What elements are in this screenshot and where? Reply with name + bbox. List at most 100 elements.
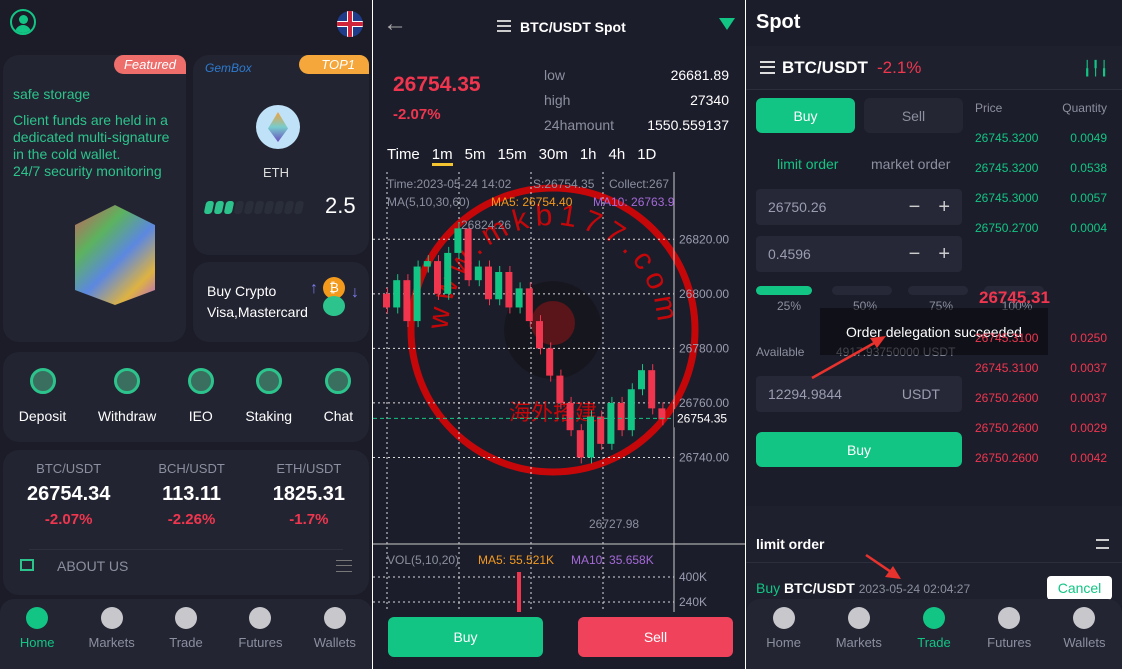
amount-input[interactable]: 12294.9844 USDT (756, 376, 962, 412)
limit-order-tab[interactable]: limit order (777, 156, 838, 172)
nav-trade[interactable]: Trade (149, 599, 223, 669)
order-side: Buy (756, 580, 781, 596)
orderbook-row[interactable]: 26745.3200 0.0538 (975, 161, 1107, 175)
orderbook-row[interactable]: 26745.3200 0.0049 (975, 131, 1107, 145)
percent-25[interactable]: 25% (756, 286, 822, 313)
candle (413, 266, 421, 322)
nav-markets[interactable]: Markets (74, 599, 148, 669)
timeframe-15m[interactable]: 15m (497, 146, 526, 163)
plus-icon[interactable]: + (938, 243, 950, 266)
price-axis-label: 26800.00 (679, 287, 729, 301)
safe-storage-card[interactable]: Featured safe storage Client funds are h… (3, 55, 186, 342)
candle (617, 402, 625, 431)
language-flag-icon[interactable] (337, 11, 363, 37)
price-input[interactable]: 26750.26 − + (756, 189, 962, 225)
plus-icon[interactable]: + (938, 196, 950, 219)
ticker-change: -1.7% (289, 511, 329, 528)
action-label: Staking (245, 408, 293, 424)
timeframe-5m[interactable]: 5m (465, 146, 486, 163)
menu-icon[interactable] (336, 560, 352, 572)
orders-menu-icon[interactable] (1096, 539, 1109, 549)
quantity-input[interactable]: 0.4596 − + (756, 236, 962, 272)
nav-wallets[interactable]: Wallets (298, 599, 372, 669)
candle (423, 261, 431, 267)
buy-button[interactable]: Buy (388, 617, 543, 657)
price-axis-label: 26760.00 (679, 396, 729, 410)
arrow-down-icon: ↓ (351, 284, 359, 301)
kline-icon[interactable]: ╽╿╽ (1083, 60, 1108, 77)
nav-trade[interactable]: Trade (896, 599, 971, 669)
action-deposit[interactable]: Deposit (19, 368, 66, 442)
ticker-item[interactable]: BCH/USDT 113.11 -2.26% (158, 461, 224, 528)
ob-price: 26745.3200 (975, 131, 1039, 145)
pair-menu-icon[interactable] (760, 61, 775, 74)
action-ieo[interactable]: IEO (187, 368, 214, 442)
timeframe-4h[interactable]: 4h (609, 146, 626, 163)
candle (444, 252, 452, 294)
eth-icon (256, 105, 300, 149)
orderbook-row[interactable]: 26750.2700 0.0004 (975, 221, 1107, 235)
tickers-card: BTC/USDT 26754.34 -2.07% BCH/USDT 113.11 -2.2… (3, 450, 369, 595)
orderbook-row[interactable]: 26750.2600 0.0042 (975, 451, 1107, 465)
ob-price: 26745.3200 (975, 161, 1039, 175)
stat-row: low 26681.89 (544, 67, 729, 92)
ticker-item[interactable]: BTC/USDT 26754.34 -2.07% (27, 461, 110, 528)
score-segment (233, 201, 245, 214)
storage-line: 24/7 security monitoring (13, 163, 162, 179)
orderbook-row[interactable]: 26745.3100 0.0250 (975, 331, 1107, 345)
sell-button[interactable]: Sell (578, 617, 733, 657)
action-label: Chat (323, 408, 354, 424)
back-arrow-icon[interactable]: ← (383, 10, 407, 38)
action-withdraw[interactable]: Withdraw (98, 368, 156, 442)
timeframe-30m[interactable]: 30m (539, 146, 568, 163)
top1-badge: TOP1 (299, 55, 369, 74)
candle (648, 370, 656, 409)
minus-icon[interactable]: − (909, 196, 921, 219)
candle (566, 402, 574, 431)
nav-home[interactable]: Home (746, 599, 821, 669)
arrow-up-icon: ↑ (310, 280, 318, 297)
score-value: 2.5 (325, 193, 356, 218)
orbit-icon (187, 368, 214, 394)
minus-icon[interactable]: − (909, 243, 921, 266)
pair-name[interactable]: BTC/USDT (782, 58, 868, 78)
candlestick-chart[interactable]: 26820.00 26800.00 26780.00 26760.00 26740.00… (373, 172, 745, 612)
about-us-link[interactable]: ABOUT US (57, 558, 128, 574)
cancel-order-button[interactable]: Cancel (1047, 576, 1112, 600)
profile-icon[interactable] (10, 9, 36, 35)
timeframe-1d[interactable]: 1D (637, 146, 656, 163)
bar-chart-icon (847, 607, 870, 629)
timeframe-1m[interactable]: 1m (431, 146, 453, 166)
ticker-item[interactable]: ETH/USDT 1825.31 -1.7% (273, 461, 345, 528)
orderbook-row[interactable]: 26750.2600 0.0037 (975, 391, 1107, 405)
sell-tab[interactable]: Sell (864, 98, 963, 133)
filter-icon[interactable] (719, 18, 735, 30)
candle (658, 408, 666, 420)
amount-unit: USDT (901, 386, 940, 402)
candle (576, 430, 584, 458)
orderbook-row[interactable]: 26750.2600 0.0029 (975, 421, 1107, 435)
score-bar (203, 201, 305, 214)
ticker-change: -2.26% (167, 511, 216, 528)
chart-screen: ← BTC/USDT Spot 26754.35 -2.07% low 26681… (373, 0, 745, 669)
available-label: Available (756, 345, 805, 359)
nav-markets[interactable]: Markets (821, 599, 896, 669)
pair-menu-icon[interactable] (497, 20, 511, 32)
timeframe-time[interactable]: Time (387, 146, 420, 163)
ma5-value: MA5: 26754.40 (491, 195, 573, 209)
submit-buy-button[interactable]: Buy (756, 432, 962, 467)
nav-futures[interactable]: Futures (223, 599, 297, 669)
orderbook-row[interactable]: 26745.3000 0.0057 (975, 191, 1107, 205)
action-staking[interactable]: Staking (245, 368, 292, 442)
buy-tab[interactable]: Buy (756, 98, 855, 133)
gembox-card[interactable]: GemBox TOP1 ETH 2.5 (193, 55, 369, 255)
market-order-tab[interactable]: market order (871, 156, 950, 172)
timeframe-1h[interactable]: 1h (580, 146, 597, 163)
orderbook-row[interactable]: 26745.3100 0.0037 (975, 361, 1107, 375)
nav-label: Trade (169, 635, 203, 650)
buy-crypto-card[interactable]: Buy Crypto Visa,Mastercard ₿ ↑ ↓ (193, 262, 369, 342)
action-chat[interactable]: Chat (323, 368, 354, 442)
nav-futures[interactable]: Futures (972, 599, 1047, 669)
nav-home[interactable]: Home (0, 599, 74, 669)
nav-wallets[interactable]: Wallets (1047, 599, 1122, 669)
